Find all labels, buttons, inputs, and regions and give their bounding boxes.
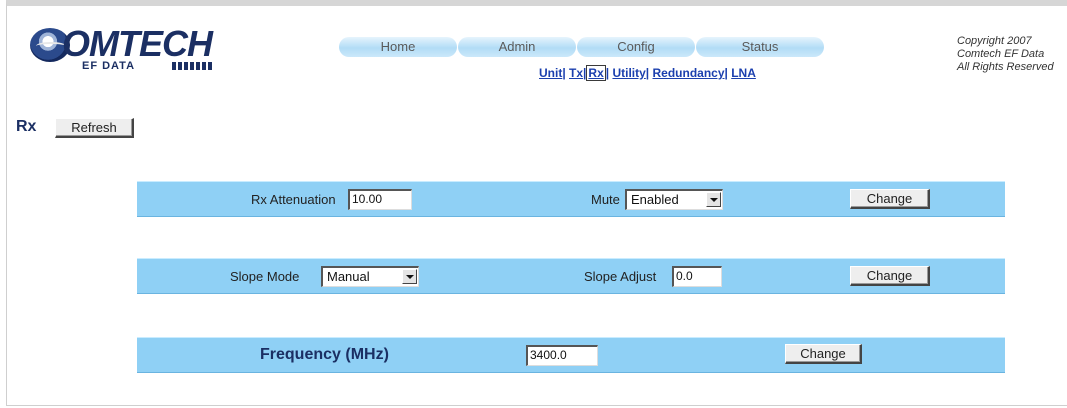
rx-attenuation-input[interactable]: 10.00 xyxy=(348,189,412,210)
copyright-notice: Copyright 2007 Comtech EF Data All Right… xyxy=(957,35,1054,74)
tab-admin[interactable]: Admin xyxy=(458,37,576,57)
change-button[interactable]: Change xyxy=(785,344,862,364)
tab-config[interactable]: Config xyxy=(577,37,695,57)
subnav-tx[interactable]: Tx xyxy=(569,66,583,80)
config-subnav: Unit| Tx| Rx | Utility| Redundancy| LNA xyxy=(539,65,756,81)
rx-attenuation-row: Rx Attenuation 10.00 Mute Enabled Change xyxy=(137,181,1005,217)
comtech-logo: OMTECH EF DATA xyxy=(30,22,250,74)
subnav-unit[interactable]: Unit xyxy=(539,66,562,80)
slope-mode-label: Slope Mode xyxy=(230,269,300,284)
copyright-line: Comtech EF Data xyxy=(957,48,1045,60)
mute-select[interactable]: Enabled xyxy=(625,189,723,210)
subnav-lna[interactable]: LNA xyxy=(731,66,756,80)
frequency-input[interactable]: 3400.0 xyxy=(526,345,598,366)
slope-mode-select[interactable]: Manual xyxy=(321,266,419,287)
slope-row: Slope Mode Manual Slope Adjust 0.0 Chang… xyxy=(137,258,1005,294)
subnav-separator: | xyxy=(724,66,728,80)
slope-adjust-input[interactable]: 0.0 xyxy=(672,266,722,287)
copyright-line: Copyright 2007 xyxy=(957,35,1032,47)
rx-attenuation-label: Rx Attenuation xyxy=(251,192,336,207)
chevron-down-icon[interactable] xyxy=(402,269,417,284)
subnav-separator: | xyxy=(605,66,610,80)
tab-status[interactable]: Status xyxy=(696,37,824,57)
logo-brand: OMTECH xyxy=(62,23,213,64)
subnav-utility[interactable]: Utility xyxy=(612,66,645,80)
change-button[interactable]: Change xyxy=(850,266,930,286)
tab-home[interactable]: Home xyxy=(339,37,457,57)
frequency-label: Frequency (MHz) xyxy=(260,346,389,363)
subnav-rx[interactable]: Rx xyxy=(586,65,606,81)
mute-label: Mute xyxy=(591,192,620,207)
chevron-down-icon[interactable] xyxy=(706,192,721,207)
logo-bars-icon xyxy=(172,62,212,70)
logo-subtitle: EF DATA xyxy=(82,60,136,72)
subnav-separator: | xyxy=(562,66,566,80)
subnav-redundancy[interactable]: Redundancy xyxy=(653,66,725,80)
slope-mode-selected-value: Manual xyxy=(327,269,370,284)
change-button[interactable]: Change xyxy=(850,189,930,209)
frequency-row: Frequency (MHz) 3400.0 Change xyxy=(137,337,1005,373)
refresh-button[interactable]: Refresh xyxy=(55,118,134,138)
subnav-separator: | xyxy=(645,66,650,80)
mute-selected-value: Enabled xyxy=(631,192,679,207)
copyright-line: All Rights Reserved xyxy=(957,61,1054,73)
page-title: Rx xyxy=(16,118,37,135)
slope-adjust-label: Slope Adjust xyxy=(584,269,657,284)
